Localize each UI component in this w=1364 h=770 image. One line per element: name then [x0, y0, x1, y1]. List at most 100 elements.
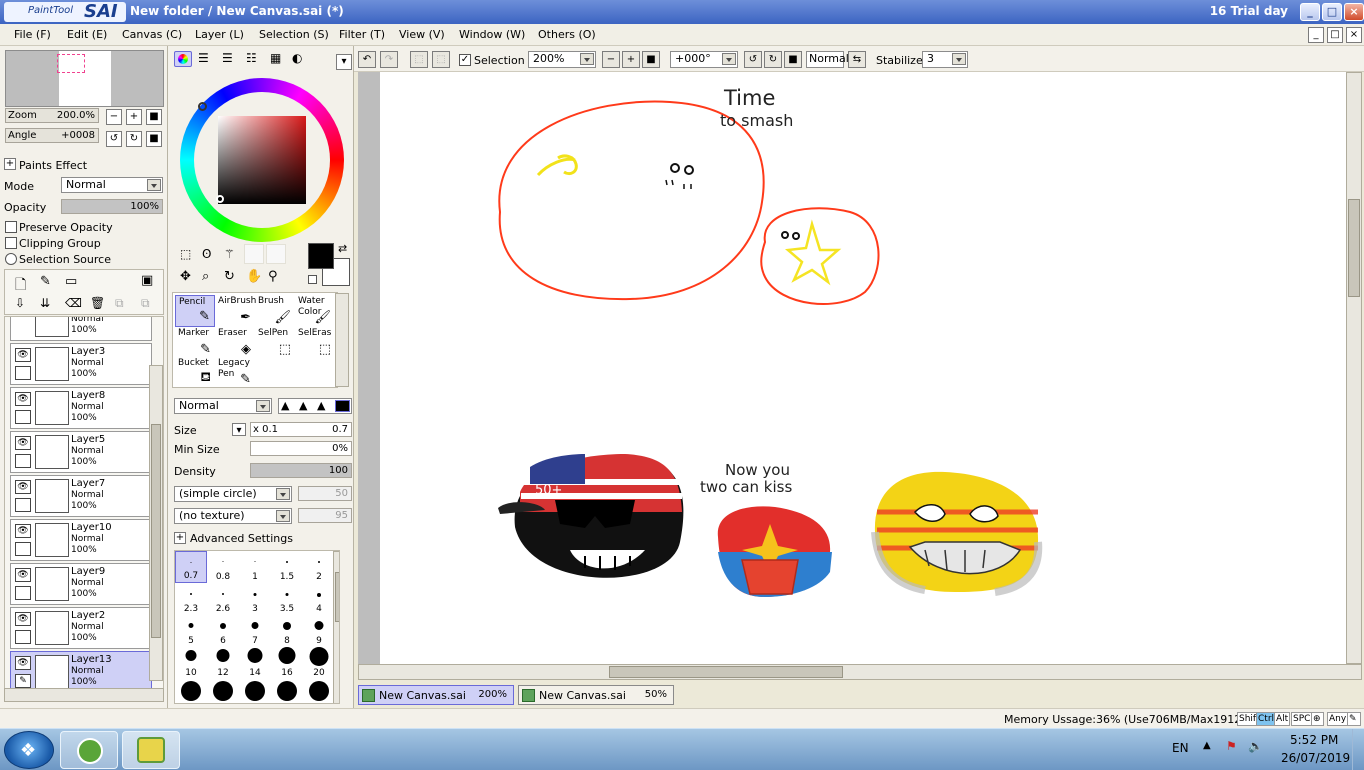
brush-size-option[interactable]: 6: [207, 615, 239, 647]
stabilizer-select[interactable]: 3: [922, 51, 968, 68]
edge-hard-icon[interactable]: ▲: [317, 399, 325, 412]
eye-icon[interactable]: 👁: [15, 612, 31, 626]
eye-icon[interactable]: 👁: [15, 656, 31, 670]
hand-icon[interactable]: ✋: [246, 269, 262, 284]
rotate-reset-button[interactable]: ■: [784, 51, 802, 68]
tool-legacypen[interactable]: Legacy Pen ✎: [215, 357, 255, 389]
doc-close-button[interactable]: ×: [1346, 27, 1362, 43]
layer-row[interactable]: 👁 Layer9 Normal 100%: [10, 563, 152, 605]
network-icon[interactable]: ⚑: [1226, 739, 1237, 753]
view-mode-field[interactable]: Normal: [806, 51, 849, 68]
navigator-preview[interactable]: [5, 50, 164, 107]
rotate-right-button[interactable]: ↻: [126, 131, 142, 147]
zoom-out-button[interactable]: −: [602, 51, 620, 68]
brush-size-option[interactable]: 3: [239, 583, 271, 615]
edge-medium-icon[interactable]: ▲: [299, 399, 307, 412]
menu-file[interactable]: File (F): [14, 28, 51, 41]
clipping-group-checkbox[interactable]: [5, 237, 17, 249]
brush-size-option[interactable]: 8: [271, 615, 303, 647]
merge-down-icon[interactable]: ⇊: [40, 296, 50, 310]
rgb-slider-icon[interactable]: ☰: [198, 51, 209, 65]
brush-size-option[interactable]: 0.8: [207, 551, 239, 583]
lock-icon[interactable]: [15, 498, 31, 512]
brush-size-option[interactable]: 10: [175, 647, 207, 679]
saturation-value-square[interactable]: [218, 116, 306, 204]
zoom-in-button[interactable]: +: [126, 109, 142, 125]
eye-icon[interactable]: 👁: [15, 436, 31, 450]
zoom-out-button[interactable]: −: [106, 109, 122, 125]
swap-colors-icon[interactable]: ⇄: [338, 242, 347, 255]
undo-icon[interactable]: ↶: [358, 51, 376, 68]
brush-size-option[interactable]: [303, 679, 335, 703]
new-layer-icon[interactable]: 🗋: [15, 274, 26, 298]
selection-checkbox[interactable]: ✓: [459, 54, 471, 66]
swatches-icon[interactable]: ☷: [246, 51, 257, 65]
opacity-slider[interactable]: 100%: [61, 199, 163, 214]
flip-horizontal-icon[interactable]: ⇆: [848, 51, 866, 68]
brush-size-option[interactable]: [239, 679, 271, 703]
brush-size-option[interactable]: 3.5: [271, 583, 303, 615]
brush-size-option[interactable]: 4: [303, 583, 335, 615]
brush-size-scrollbar[interactable]: [333, 551, 339, 703]
maximize-button[interactable]: □: [1322, 3, 1342, 21]
deselect-icon[interactable]: ⬚: [410, 51, 428, 68]
size-multiplier-dropdown[interactable]: ▾: [232, 423, 246, 436]
layer-row[interactable]: Normal 100%: [10, 317, 152, 341]
foreground-color-swatch[interactable]: [308, 243, 334, 269]
brush-size-option[interactable]: 2: [303, 551, 335, 583]
tool-pencil[interactable]: Pencil ✎: [175, 295, 215, 327]
tool-airbrush[interactable]: AirBrush ✒: [215, 295, 256, 327]
brush-size-option[interactable]: 14: [239, 647, 271, 679]
expand-icon[interactable]: +: [4, 158, 16, 170]
zoom-icon[interactable]: ⌕: [202, 269, 209, 284]
rotate-left-button[interactable]: ↺: [106, 131, 122, 147]
tool-marker[interactable]: Marker ✎: [175, 327, 215, 359]
canvas-paper[interactable]: Time to smash 50+ Now you two can kiss: [380, 72, 1346, 664]
rotate-right-button[interactable]: ↻: [764, 51, 782, 68]
layer-row-selected[interactable]: 👁 ✎ Layer13 Normal 100%: [10, 651, 152, 693]
taskbar-app-browser[interactable]: [60, 731, 118, 769]
brush-size-option[interactable]: 2.3: [175, 583, 207, 615]
language-indicator[interactable]: EN: [1172, 741, 1189, 755]
menu-layer[interactable]: Layer (L): [195, 28, 244, 41]
navigator-viewport[interactable]: [57, 54, 85, 73]
tool-bucket[interactable]: Bucket ⛾: [175, 357, 215, 389]
menu-selection[interactable]: Selection (S): [259, 28, 329, 41]
brush-size-option[interactable]: 16: [271, 647, 303, 679]
menu-others[interactable]: Others (O): [538, 28, 596, 41]
clear-layer-icon[interactable]: ⌫: [65, 296, 82, 310]
edge-soft-icon[interactable]: ▲: [281, 399, 289, 412]
rotation-select[interactable]: +000°: [670, 51, 738, 68]
redo-icon[interactable]: ↷: [380, 51, 398, 68]
size-slider[interactable]: x 0.1 0.7: [250, 422, 352, 437]
edge-sharp-icon[interactable]: [335, 400, 350, 412]
layer-scrollbar[interactable]: [149, 365, 163, 681]
brush-size-option[interactable]: 1.5: [271, 551, 303, 583]
density-slider[interactable]: 100: [250, 463, 352, 478]
layer-row[interactable]: 👁 Layer10 Normal 100%: [10, 519, 152, 561]
brush-size-option[interactable]: 7: [239, 615, 271, 647]
tray-chevron-up-icon[interactable]: ▲: [1203, 740, 1211, 751]
brush-size-option[interactable]: 9: [303, 615, 335, 647]
brush-size-option[interactable]: 20: [303, 647, 335, 679]
doc-maximize-button[interactable]: □: [1327, 27, 1343, 43]
menu-canvas[interactable]: Canvas (C): [122, 28, 182, 41]
zoom-reset-button[interactable]: ■: [642, 51, 660, 68]
clock-time[interactable]: 5:52 PM: [1290, 733, 1338, 747]
lock-icon[interactable]: [15, 366, 31, 380]
tool-scrollbar[interactable]: [335, 293, 349, 387]
new-folder-icon[interactable]: ▭: [65, 274, 77, 289]
lock-icon[interactable]: [15, 454, 31, 468]
brush-size-option[interactable]: 1: [239, 551, 271, 583]
eye-icon[interactable]: 👁: [15, 524, 31, 538]
rotate-reset-button[interactable]: ■: [146, 131, 162, 147]
eye-icon[interactable]: 👁: [15, 348, 31, 362]
eye-icon[interactable]: 👁: [15, 568, 31, 582]
canvas-hscrollbar[interactable]: [358, 664, 1362, 680]
new-linework-icon[interactable]: ✎: [40, 274, 51, 289]
canvas-hscrollbar-thumb[interactable]: [609, 666, 843, 678]
brush-size-option[interactable]: 12: [207, 647, 239, 679]
show-desktop-button[interactable]: [1352, 729, 1364, 770]
canvas-vscrollbar-thumb[interactable]: [1348, 199, 1360, 297]
rotate-left-button[interactable]: ↺: [744, 51, 762, 68]
